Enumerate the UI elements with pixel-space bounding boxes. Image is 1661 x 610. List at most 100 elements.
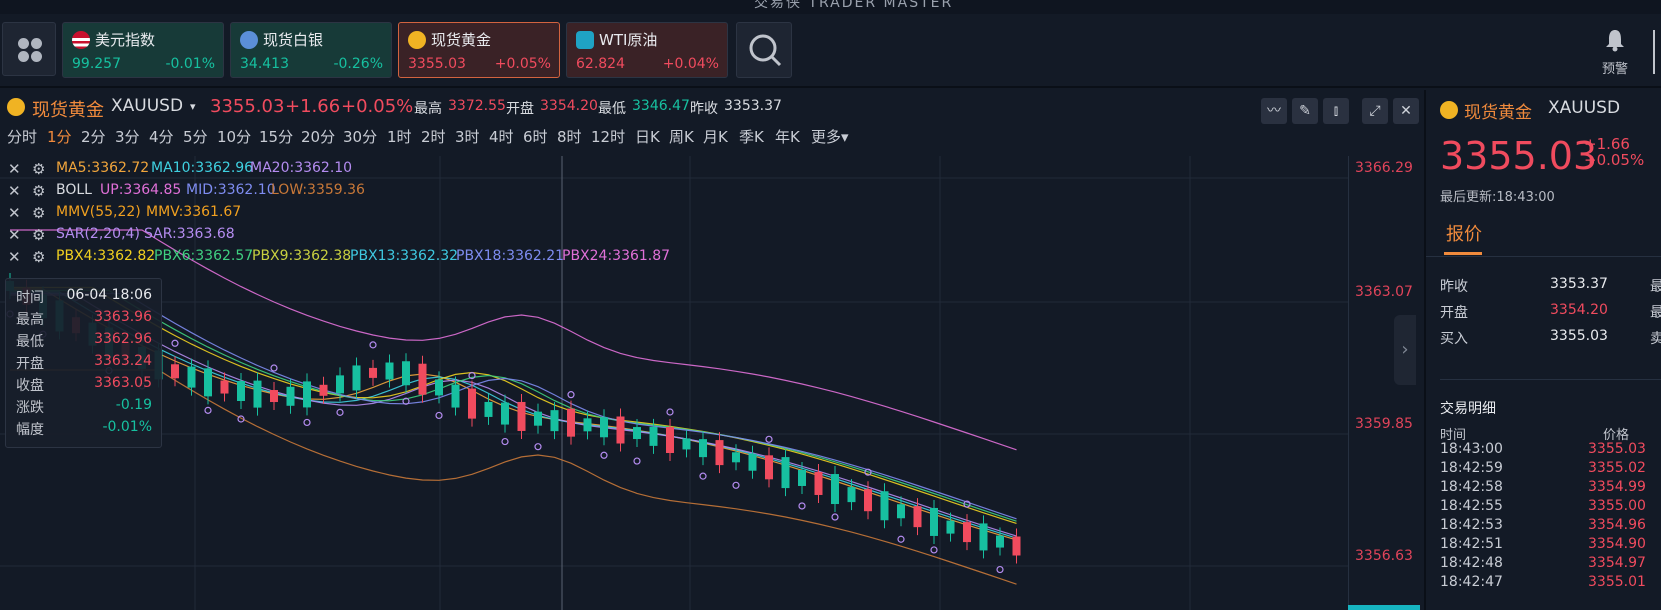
candle-body <box>798 469 806 486</box>
apps-button[interactable] <box>2 22 56 76</box>
period-14[interactable]: 4时 <box>489 126 514 147</box>
close-icon[interactable]: ✕ <box>8 226 21 244</box>
close-icon[interactable]: ✕ <box>8 204 21 222</box>
close-icon[interactable]: ✕ <box>8 182 21 200</box>
candle-body <box>171 364 179 379</box>
gold-icon <box>1440 101 1458 119</box>
gear-icon[interactable]: ⚙ <box>32 160 45 178</box>
period-10[interactable]: 30分 <box>343 126 377 147</box>
side-symbol-code: XAUUSD <box>1548 98 1621 118</box>
candlestick-chart[interactable] <box>0 156 1424 610</box>
app-title: 交易侠 TRADER MASTER <box>754 0 954 11</box>
sar-dot <box>831 513 839 521</box>
quote-price: 99.257 <box>72 56 121 72</box>
pencil-icon: ✎ <box>1299 103 1311 119</box>
tooltip-value: 3363.05 <box>94 375 152 391</box>
fullscreen-button[interactable]: ⤢ <box>1362 98 1388 124</box>
chart-symbol-name[interactable]: 现货黄金 <box>32 96 104 122</box>
legend-value: MA20:3362.10 <box>250 160 353 176</box>
period-22[interactable]: 年K <box>775 126 800 147</box>
trade-price: 3354.97 <box>1588 555 1646 571</box>
period-15[interactable]: 6时 <box>523 126 548 147</box>
period-16[interactable]: 8时 <box>557 126 582 147</box>
axis-scroll-bar[interactable] <box>1348 605 1420 610</box>
chart-change: +1.66 <box>285 96 341 117</box>
side-price: 3355.03 <box>1440 134 1598 178</box>
trade-time: 18:42:58 <box>1440 479 1503 495</box>
sar-dot <box>270 364 278 372</box>
period-1[interactable]: 分时 <box>7 126 37 147</box>
tooltip-value: 3362.96 <box>94 331 152 347</box>
quote-row-label: 最 <box>1650 305 1661 321</box>
quote-row-label: 昨收 <box>1440 279 1468 295</box>
period-2[interactable]: 1分 <box>47 126 72 147</box>
quote-row-value: 3354.20 <box>1550 302 1608 318</box>
period-9[interactable]: 20分 <box>301 126 335 147</box>
trade-price: 3354.99 <box>1588 479 1646 495</box>
candle-body <box>633 427 641 440</box>
trade-price: 3354.96 <box>1588 517 1646 533</box>
period-6[interactable]: 5分 <box>183 126 208 147</box>
period-13[interactable]: 3时 <box>455 126 480 147</box>
candle-body <box>352 365 361 391</box>
period-19[interactable]: 周K <box>669 126 694 147</box>
divider <box>1440 379 1661 380</box>
gear-icon[interactable]: ⚙ <box>32 248 45 266</box>
draw-button[interactable]: ✎ <box>1292 98 1318 124</box>
trade-price: 3355.03 <box>1588 441 1646 457</box>
period-4[interactable]: 3分 <box>115 126 140 147</box>
candle-body <box>220 380 229 394</box>
side-change-pct: +0.05% <box>1584 151 1645 169</box>
chart-pane: 现货黄金 XAUUSD ▾ 3355.03 +1.66 +0.05% 最高 33… <box>0 90 1424 610</box>
close-icon[interactable]: ✕ <box>8 160 21 178</box>
gear-icon[interactable]: ⚙ <box>32 226 45 244</box>
quote-card-gold[interactable]: 现货黄金 3355.03 +0.05% <box>398 22 560 78</box>
period-5[interactable]: 4分 <box>149 126 174 147</box>
period-17[interactable]: 12时 <box>591 126 625 147</box>
more-menu-stub[interactable] <box>1653 30 1661 74</box>
candle-body <box>369 367 377 378</box>
period-3[interactable]: 2分 <box>81 126 106 147</box>
gear-icon[interactable]: ⚙ <box>32 204 45 222</box>
candlestick-icon: ⫾ <box>1333 103 1339 119</box>
candle-body <box>451 384 460 408</box>
period-21[interactable]: 季K <box>739 126 764 147</box>
indicator-button[interactable]: 〰 <box>1261 98 1287 124</box>
chart-header: 现货黄金 XAUUSD ▾ 3355.03 +1.66 +0.05% 最高 33… <box>0 90 1424 122</box>
chart-change-pct: +0.05% <box>341 96 414 117</box>
chart-type-button[interactable]: ⫾ <box>1323 98 1349 124</box>
close-icon[interactable]: ✕ <box>8 248 21 266</box>
tooltip-value: 3363.24 <box>94 353 152 369</box>
candle-body <box>666 427 674 454</box>
tooltip-key: 最高 <box>16 312 44 328</box>
close-chart-button[interactable]: ✕ <box>1393 98 1419 124</box>
candle-body <box>946 520 955 534</box>
period-18[interactable]: 日K <box>635 126 660 147</box>
tab-quote[interactable]: 报价 <box>1446 220 1482 246</box>
quote-card-wti[interactable]: WTI原油 62.824 +0.04% <box>566 22 728 78</box>
period-7[interactable]: 10分 <box>217 126 251 147</box>
period-12[interactable]: 2时 <box>421 126 446 147</box>
quote-card-dxy[interactable]: 美元指数 99.257 -0.01% <box>62 22 224 78</box>
quote-change: -0.26% <box>333 56 383 72</box>
candle-body <box>435 379 443 396</box>
candle-body <box>336 375 344 394</box>
sar-dot <box>732 481 740 489</box>
tooltip-value: 06-04 18:06 <box>66 287 152 303</box>
candle-body <box>418 363 427 395</box>
quote-card-silver[interactable]: 现货白银 34.413 -0.26% <box>230 22 392 78</box>
period-23[interactable]: 更多▾ <box>811 126 849 147</box>
search-button[interactable] <box>736 22 792 78</box>
legend-value: PBX18:3362.21 <box>456 248 565 264</box>
candle-body <box>616 416 625 444</box>
chart-symbol-code[interactable]: XAUUSD <box>111 96 183 116</box>
period-11[interactable]: 1时 <box>387 126 412 147</box>
gear-icon[interactable]: ⚙ <box>32 182 45 200</box>
collapse-panel-button[interactable]: › <box>1394 315 1416 385</box>
sar-dot <box>435 411 443 420</box>
alert-button[interactable]: 预警 <box>1595 28 1635 77</box>
period-8[interactable]: 15分 <box>259 126 293 147</box>
chevron-down-icon[interactable]: ▾ <box>190 100 196 113</box>
period-20[interactable]: 月K <box>703 126 728 147</box>
prev-label: 昨收 <box>690 101 718 117</box>
